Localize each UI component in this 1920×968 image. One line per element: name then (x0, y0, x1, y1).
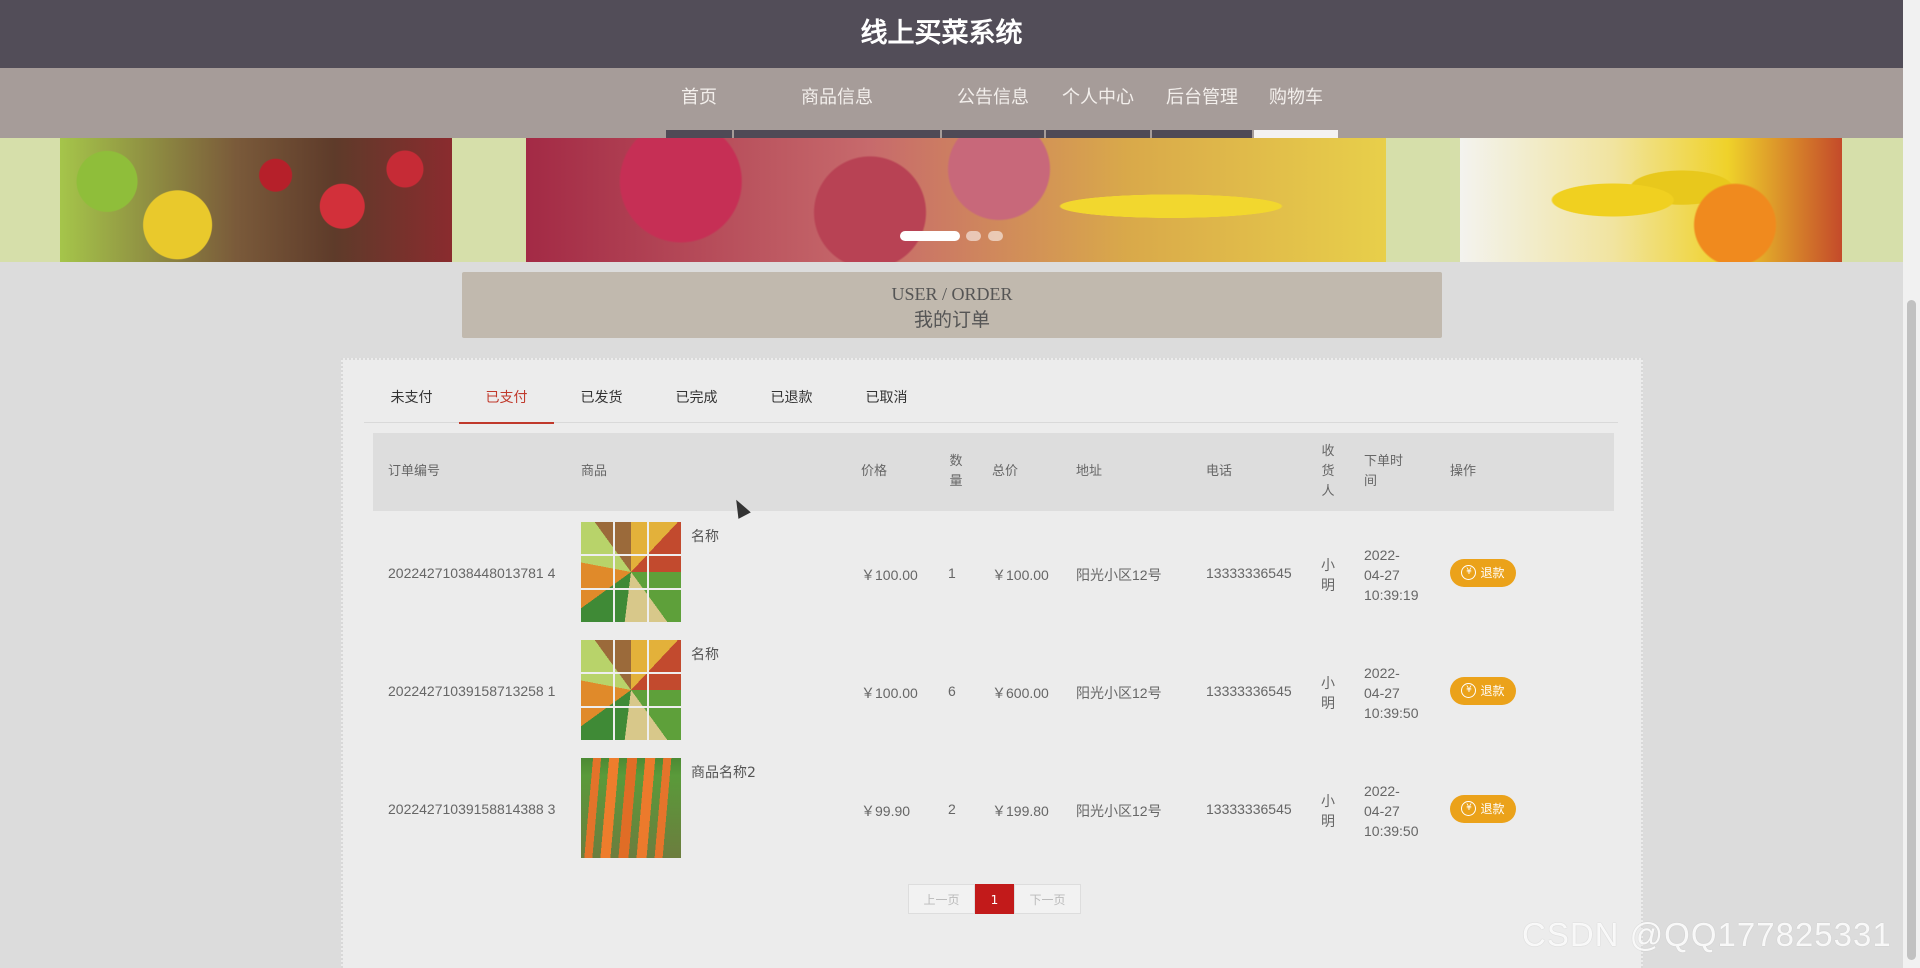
tab-shipped[interactable]: 已发货 (554, 374, 649, 422)
section-header: USER / ORDER 我的订单 (462, 272, 1442, 338)
yen-icon: ¥ (1461, 801, 1477, 816)
price: ￥100.00 (861, 567, 918, 583)
col-order-no: 订单编号 (388, 464, 441, 479)
order-time: 2022- 04-27 10:39:50 (1364, 783, 1419, 839)
main-nav: 首页 商品信息 公告信息 个人中心 后台管理 购物车 (0, 68, 1903, 138)
prev-page-button[interactable]: 上一页 (908, 884, 975, 914)
section-title-en: USER / ORDER (891, 284, 1013, 304)
nav-label: 公告信息 (957, 87, 1029, 108)
table-row: 20224271039158814388 3 商品名称2 ￥99.90 2 ￥1… (373, 750, 1614, 868)
yen-icon: ¥ (1461, 683, 1477, 698)
tab-cancelled[interactable]: 已取消 (839, 374, 934, 422)
carrots-image[interactable] (581, 758, 681, 858)
address: 阳光小区12号 (1076, 803, 1162, 819)
banner-image-fruit-basket (60, 138, 452, 262)
carousel-dot[interactable] (900, 231, 960, 241)
carousel-dot[interactable] (966, 231, 981, 241)
price: ￥99.90 (861, 803, 911, 819)
nav-label: 首页 (681, 87, 717, 108)
order-number: 20224271039158713258 1 (388, 683, 556, 699)
goods-name[interactable]: 名称 (691, 644, 719, 664)
price: ￥100.00 (861, 685, 918, 701)
mixed-vegetables-image[interactable] (581, 640, 681, 740)
mixed-vegetables-image[interactable] (581, 522, 681, 622)
nav-item-notices[interactable]: 公告信息 (942, 68, 1044, 138)
banner-image-bananas (1460, 138, 1842, 262)
page-scrollbar[interactable] (1903, 0, 1920, 968)
tab-paid[interactable]: 已支付 (459, 374, 554, 424)
receiver: 小明 (1321, 675, 1335, 711)
col-order-time: 下单时间 (1364, 454, 1404, 489)
refund-button[interactable]: ¥ 退款 (1450, 677, 1516, 705)
yen-icon: ¥ (1461, 565, 1477, 580)
table-row: 20224271039158713258 1 名称 ￥100.00 6 ￥600… (373, 632, 1614, 750)
order-time: 2022- 04-27 10:39:50 (1364, 665, 1419, 721)
total-price: ￥199.80 (992, 803, 1049, 819)
total-price: ￥600.00 (992, 685, 1049, 701)
carousel-dot[interactable] (988, 231, 1003, 241)
refund-button[interactable]: ¥ 退款 (1450, 795, 1516, 823)
quantity: 1 (948, 565, 956, 581)
col-total: 总价 (992, 464, 1019, 479)
nav-label: 购物车 (1269, 87, 1323, 108)
order-time: 2022- 04-27 10:39:19 (1364, 547, 1419, 603)
address: 阳光小区12号 (1076, 567, 1162, 583)
receiver: 小明 (1321, 557, 1335, 593)
title-bar: 线上买菜系统 (0, 0, 1903, 68)
order-status-tabs: 未支付 已支付 已发货 已完成 已退款 已取消 (364, 374, 1618, 424)
nav-item-home[interactable]: 首页 (666, 68, 732, 138)
col-action: 操作 (1450, 464, 1477, 479)
nav-item-goods[interactable]: 商品信息 (734, 68, 940, 138)
col-phone: 电话 (1206, 464, 1233, 479)
banner-image-fruits (526, 138, 1386, 262)
receiver: 小明 (1321, 793, 1335, 829)
scrollbar-thumb[interactable] (1907, 300, 1916, 960)
col-price: 价格 (861, 464, 888, 479)
order-number: 20224271038448013781 4 (388, 565, 556, 581)
total-price: ￥100.00 (992, 567, 1049, 583)
nav-label: 后台管理 (1166, 87, 1238, 108)
banner-carousel[interactable] (0, 138, 1903, 262)
nav-item-admin[interactable]: 后台管理 (1152, 68, 1252, 138)
section-title-cn: 我的订单 (913, 310, 990, 331)
col-address: 地址 (1076, 464, 1103, 479)
phone: 13333336545 (1206, 801, 1292, 817)
quantity: 2 (948, 801, 956, 817)
col-qty: 数量 (949, 454, 963, 489)
page-1-button[interactable]: 1 (975, 884, 1014, 914)
col-goods: 商品 (581, 464, 608, 479)
orders-panel: 未支付 已支付 已发货 已完成 已退款 已取消 订单编号 商品 价格 数量 总价… (341, 358, 1643, 968)
site-title: 线上买菜系统 (860, 18, 1023, 49)
nav-item-profile[interactable]: 个人中心 (1046, 68, 1150, 138)
phone: 13333336545 (1206, 683, 1292, 699)
nav-label: 商品信息 (801, 87, 873, 108)
watermark: CSDN @QQ177825331 (1522, 916, 1892, 953)
goods-name[interactable]: 名称 (691, 526, 719, 546)
col-receiver: 收货人 (1321, 444, 1335, 499)
phone: 13333336545 (1206, 565, 1292, 581)
tab-completed[interactable]: 已完成 (649, 374, 744, 422)
order-number: 20224271039158814388 3 (388, 801, 556, 817)
goods-name[interactable]: 商品名称2 (691, 762, 756, 782)
nav-item-cart[interactable]: 购物车 (1254, 68, 1338, 138)
table-row: 20224271038448013781 4 名称 ￥100.00 1 ￥100… (373, 514, 1614, 632)
quantity: 6 (948, 683, 956, 699)
tab-refunded[interactable]: 已退款 (744, 374, 839, 422)
table-header: 订单编号 商品 价格 数量 总价 地址 电话 收货人 下单时间 操作 (373, 433, 1614, 511)
refund-button[interactable]: ¥ 退款 (1450, 559, 1516, 587)
address: 阳光小区12号 (1076, 685, 1162, 701)
nav-label: 个人中心 (1062, 87, 1134, 108)
next-page-button[interactable]: 下一页 (1014, 884, 1081, 914)
tab-unpaid[interactable]: 未支付 (364, 374, 459, 422)
